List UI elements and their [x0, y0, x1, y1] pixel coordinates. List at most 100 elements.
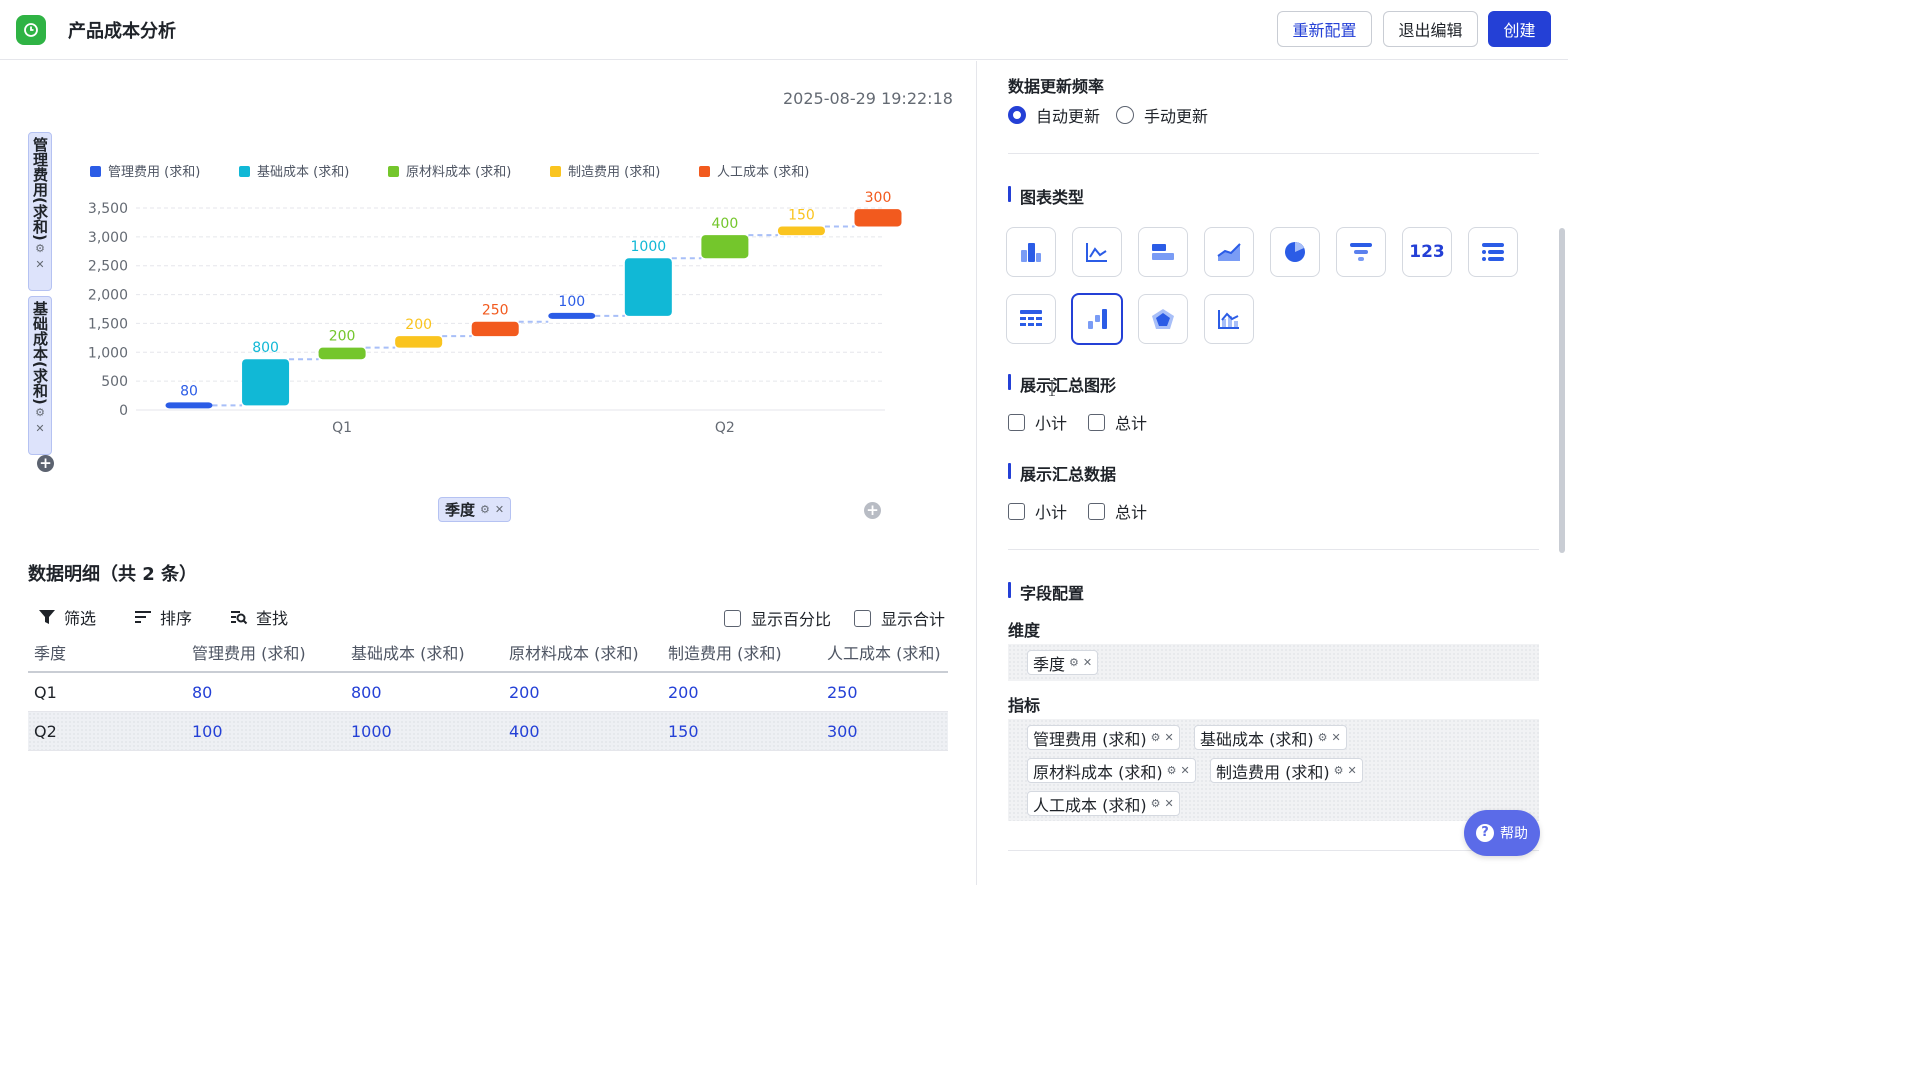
column-header[interactable]: 原材料成本 (求和) [509, 640, 639, 664]
update-manual-radio[interactable] [1116, 106, 1134, 124]
data-label: 1000 [631, 239, 667, 255]
config-scrollbar[interactable] [1559, 228, 1565, 553]
summary-data-total-option[interactable]: 总计 [1088, 499, 1147, 523]
gear-icon[interactable]: ⚙ [1167, 764, 1177, 777]
y-tick-label: 0 [119, 403, 128, 419]
summary-shape-total-checkbox[interactable] [1088, 413, 1105, 431]
table-row[interactable]: Q2 100 1000 400 150 300 [28, 712, 948, 751]
metric-tag[interactable]: 人工成本 (求和) ⚙ ✕ [1027, 791, 1180, 816]
summary-data-subtotal-option[interactable]: 小计 [1008, 499, 1067, 523]
bar-chart-icon[interactable] [1006, 227, 1056, 277]
area-chart-icon[interactable] [1204, 227, 1254, 277]
summary-shape-subtotal-checkbox[interactable] [1008, 413, 1025, 431]
legend-label: 制造费用 (求和) [568, 165, 660, 180]
waterfall-bar [624, 258, 672, 316]
close-icon[interactable]: ✕ [1347, 764, 1356, 777]
x-field-chip[interactable]: 季度 ⚙ ✕ [438, 497, 512, 522]
column-header[interactable]: 人工成本 (求和) [827, 640, 941, 664]
legend-label: 基础成本 (求和) [257, 165, 349, 180]
column-header[interactable]: 制造费用 (求和) [668, 640, 782, 664]
x-tick-label: Q1 [332, 420, 352, 436]
close-icon[interactable]: ✕ [1331, 731, 1340, 744]
update-auto-radio[interactable] [1008, 106, 1026, 124]
funnel-chart-icon[interactable] [1336, 227, 1386, 277]
table-cell: 200 [668, 682, 699, 702]
legend-swatch [699, 166, 710, 177]
y-tick-label: 2,500 [88, 259, 128, 275]
gear-icon[interactable]: ⚙ [1069, 656, 1079, 669]
sort-icon [135, 611, 151, 623]
combo-chart-icon[interactable] [1204, 294, 1254, 344]
close-icon[interactable]: ✕ [1164, 797, 1173, 810]
data-label: 100 [558, 294, 585, 310]
list-icon[interactable] [1468, 227, 1518, 277]
update-manual-option[interactable]: 手动更新 [1116, 103, 1208, 127]
data-label: 200 [405, 317, 432, 333]
show-total-option[interactable]: 显示合计 [854, 606, 945, 630]
close-icon[interactable]: ✕ [1180, 764, 1189, 777]
close-icon[interactable]: ✕ [495, 502, 504, 518]
column-header[interactable]: 季度 [34, 640, 66, 664]
show-total-checkbox[interactable] [854, 609, 871, 627]
create-button[interactable]: 创建 [1488, 11, 1551, 47]
metric-tag[interactable]: 管理费用 (求和) ⚙ ✕ [1027, 725, 1180, 750]
legend-label: 管理费用 (求和) [108, 165, 200, 180]
waterfall-chart-icon[interactable] [1071, 293, 1123, 345]
pie-chart-icon[interactable] [1270, 227, 1320, 277]
help-button[interactable]: ? 帮助 [1464, 810, 1540, 856]
metric-drop-zone[interactable]: 管理费用 (求和) ⚙ ✕ 基础成本 (求和) ⚙ ✕ 原材料成本 (求和) ⚙… [1008, 719, 1539, 821]
waterfall-bar [701, 235, 749, 259]
waterfall-bar [471, 321, 519, 337]
y-tick-label: 3,000 [88, 230, 128, 246]
subtotal-label: 小计 [1035, 503, 1068, 522]
metric-tag[interactable]: 基础成本 (求和) ⚙ ✕ [1194, 725, 1347, 750]
waterfall-bar [395, 336, 443, 348]
filter-label: 筛选 [64, 609, 97, 628]
update-auto-option[interactable]: 自动更新 [1008, 103, 1100, 127]
line-chart-icon[interactable] [1072, 227, 1122, 277]
gear-icon[interactable]: ⚙ [1151, 797, 1161, 810]
gear-icon[interactable]: ⚙ [1151, 731, 1161, 744]
close-icon[interactable]: ✕ [1164, 731, 1173, 744]
exit-edit-button[interactable]: 退出编辑 [1383, 11, 1478, 47]
summary-data-subtotal-checkbox[interactable] [1008, 502, 1025, 520]
filter-button[interactable]: 筛选 [38, 605, 96, 629]
y-tick-label: 3,500 [88, 201, 128, 217]
gear-icon[interactable]: ⚙ [1318, 731, 1328, 744]
summary-data-total-checkbox[interactable] [1088, 502, 1105, 520]
data-label: 400 [712, 216, 739, 232]
radar-chart-icon[interactable] [1138, 294, 1188, 344]
summary-shape-total-option[interactable]: 总计 [1088, 410, 1147, 434]
table-icon[interactable] [1006, 294, 1056, 344]
gear-icon[interactable]: ⚙ [480, 502, 490, 518]
add-y-field-icon[interactable]: + [37, 455, 54, 472]
dimension-drop-zone[interactable]: 季度 ⚙ ✕ [1008, 644, 1539, 681]
legend-label: 人工成本 (求和) [717, 165, 809, 180]
add-x-field-icon[interactable]: + [864, 502, 881, 519]
show-percent-checkbox[interactable] [724, 609, 741, 627]
dimension-tag[interactable]: 季度 ⚙ ✕ [1027, 650, 1099, 675]
table-cell: Q2 [34, 721, 57, 741]
show-percent-option[interactable]: 显示百分比 [724, 606, 831, 630]
close-icon[interactable]: ✕ [1083, 656, 1092, 669]
metric-tag-label: 原材料成本 (求和) [1033, 762, 1163, 782]
summary-shape-subtotal-option[interactable]: 小计 [1008, 410, 1067, 434]
reconfigure-button[interactable]: 重新配置 [1277, 11, 1372, 47]
metric-tag[interactable]: 原材料成本 (求和) ⚙ ✕ [1027, 758, 1196, 783]
waterfall-bar [318, 347, 366, 360]
search-button[interactable]: 查找 [230, 605, 288, 629]
detail-table: 季度 管理费用 (求和) 基础成本 (求和) 原材料成本 (求和) 制造费用 (… [28, 633, 948, 751]
text-cursor-icon [1049, 380, 1055, 396]
column-header[interactable]: 基础成本 (求和) [351, 640, 465, 664]
metric-tag[interactable]: 制造费用 (求和) ⚙ ✕ [1210, 758, 1363, 783]
sort-button[interactable]: 排序 [134, 605, 192, 629]
number-card-icon[interactable]: 123 [1402, 227, 1452, 277]
data-label: 150 [788, 207, 815, 223]
subtotal-label: 小计 [1035, 414, 1068, 433]
gear-icon[interactable]: ⚙ [1334, 764, 1344, 777]
column-header[interactable]: 管理费用 (求和) [192, 640, 306, 664]
table-row[interactable]: Q1 80 800 200 200 250 [28, 673, 948, 712]
table-cell: 1000 [351, 721, 392, 741]
waterfall-bar [777, 226, 825, 236]
horizontal-bar-icon[interactable] [1138, 227, 1188, 277]
